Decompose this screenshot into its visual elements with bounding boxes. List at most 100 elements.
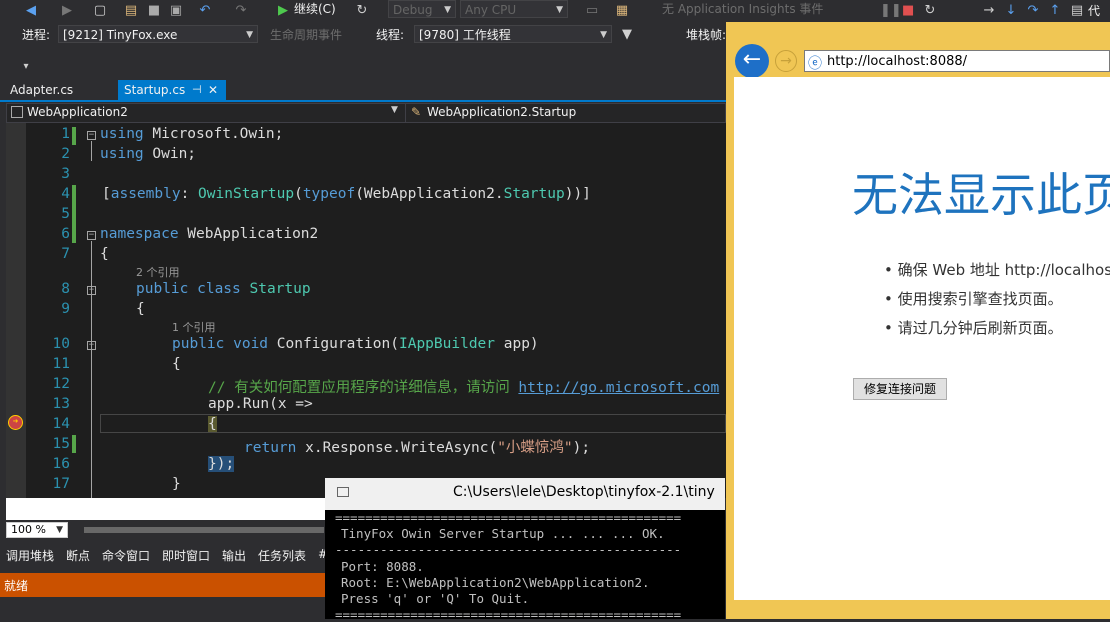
- browser-window[interactable]: ← → ⓔ http://localhost:8088/ 无法显示此页 • 确保…: [726, 22, 1110, 619]
- address-bar[interactable]: ⓔ http://localhost:8088/: [804, 50, 1110, 72]
- editor-navigation-bar: WebApplication2 ▼ ✎ WebApplication2.Star…: [6, 103, 726, 123]
- process-label: 进程:: [22, 28, 51, 42]
- zoom-select[interactable]: 100 % ▼: [6, 522, 68, 538]
- step-over-icon[interactable]: ↷: [1026, 2, 1040, 20]
- console-line: ========================================…: [335, 607, 682, 622]
- status-bar: 就绪: [0, 573, 330, 597]
- continue-button[interactable]: 继续(C): [294, 0, 336, 18]
- step-out-icon[interactable]: ↑: [1048, 2, 1062, 20]
- collapse-icon[interactable]: −: [87, 231, 96, 240]
- console-title: C:\Users\lele\Desktop\tinyfox-2.1\tiny: [453, 484, 715, 500]
- play-icon: ▶: [278, 3, 288, 18]
- fold-guide: [91, 241, 92, 498]
- forward-navigation-icon[interactable]: ▶: [58, 2, 76, 20]
- code-line: });: [208, 456, 235, 472]
- open-file-icon[interactable]: ▤: [122, 2, 140, 20]
- current-line-highlight: [100, 414, 726, 433]
- ie-page-icon: ⓔ: [808, 56, 822, 72]
- console-line: Press 'q' or 'Q' To Quit.: [341, 591, 530, 606]
- address-text[interactable]: http://localhost:8088/: [827, 54, 967, 69]
- console-title-bar[interactable]: C:\Users\lele\Desktop\tinyfox-2.1\tiny: [325, 478, 725, 510]
- tab-task-list[interactable]: 任务列表: [258, 547, 306, 564]
- close-icon[interactable]: ✕: [208, 80, 218, 100]
- project-icon: [11, 106, 23, 118]
- chevron-down-icon: ▼: [444, 5, 451, 15]
- stop-icon[interactable]: ■: [902, 2, 914, 20]
- code-line: {: [208, 416, 217, 432]
- horizontal-scrollbar[interactable]: [84, 527, 324, 533]
- chevron-down-icon[interactable]: ▼: [391, 105, 398, 115]
- fix-connection-button[interactable]: 修复连接问题: [853, 378, 947, 400]
- code-line: public class Startup: [136, 281, 311, 297]
- code-line: {: [136, 301, 145, 317]
- tab-command-window[interactable]: 命令窗口: [102, 547, 150, 564]
- tab-breakpoints[interactable]: 断点: [66, 547, 90, 564]
- editor-horizontal-area: [6, 498, 326, 520]
- collapse-icon[interactable]: −: [87, 131, 96, 140]
- step-into-icon[interactable]: ↓: [1004, 2, 1018, 20]
- chevron-down-icon: ▼: [56, 525, 63, 535]
- tab-label: Adapter.cs: [10, 83, 74, 97]
- pause-icon[interactable]: ❚❚: [880, 2, 902, 20]
- line-number: 16: [52, 456, 70, 472]
- hierarchy-icon[interactable]: ▤: [1070, 2, 1084, 20]
- code-line: {: [100, 246, 109, 262]
- type-dropdown[interactable]: WebApplication2.Startup: [427, 105, 576, 119]
- tab-adapter-cs[interactable]: Adapter.cs: [4, 80, 79, 100]
- solution-icon[interactable]: ▦: [614, 2, 630, 20]
- thread-select[interactable]: [9780] 工作线程 ▼: [414, 25, 612, 43]
- tab-startup-cs[interactable]: Startup.cs ⊣ ✕: [118, 80, 226, 100]
- line-number: 6: [61, 226, 70, 242]
- restart-debug-icon[interactable]: ↻: [922, 2, 938, 20]
- code-line: namespace WebApplication2: [100, 226, 319, 242]
- save-all-icon[interactable]: ▣: [168, 2, 184, 20]
- line-number: 11: [52, 356, 70, 372]
- codelens-references[interactable]: 2 个引用: [136, 264, 180, 280]
- line-number: 12: [52, 376, 70, 392]
- current-statement-arrow-icon[interactable]: ➜: [8, 415, 23, 430]
- new-project-icon[interactable]: ▢: [92, 2, 108, 20]
- codelens-references[interactable]: 1 个引用: [172, 319, 216, 335]
- change-marker: [72, 185, 76, 243]
- bullet-item: • 使用搜索引擎查找页面。: [884, 290, 1063, 308]
- status-text: 就绪: [4, 579, 29, 593]
- redo-icon[interactable]: ↷: [232, 2, 250, 20]
- next-statement-icon[interactable]: →: [982, 2, 996, 20]
- overflow-chevron-icon[interactable]: ▾: [20, 58, 32, 76]
- project-dropdown[interactable]: WebApplication2: [27, 105, 128, 119]
- back-navigation-icon[interactable]: ◀: [22, 2, 40, 20]
- code-line: using Microsoft.Owin;: [100, 126, 284, 142]
- error-heading: 无法显示此页: [852, 168, 1110, 222]
- line-number: 10: [52, 336, 70, 352]
- code-link[interactable]: http://go.microsoft.com: [518, 380, 719, 396]
- tab-output[interactable]: 输出: [222, 547, 246, 564]
- lifecycle-events-button[interactable]: 生命周期事件: [270, 26, 342, 44]
- divider: [405, 104, 406, 122]
- console-line: ========================================…: [335, 510, 682, 525]
- console-line: Port: 8088.: [341, 559, 424, 574]
- back-arrow-icon[interactable]: ←: [735, 44, 769, 78]
- glyph-margin[interactable]: [6, 123, 26, 498]
- attach-icon[interactable]: ▭: [584, 2, 600, 20]
- forward-arrow-icon[interactable]: →: [775, 50, 797, 72]
- tool-window-tabs: 调用堆栈 断点 命令窗口 即时窗口 输出 任务列表 #: [0, 543, 330, 567]
- tab-immediate-window[interactable]: 即时窗口: [162, 547, 210, 564]
- tab-call-stack[interactable]: 调用堆栈: [6, 547, 54, 564]
- save-icon[interactable]: ■: [146, 2, 162, 20]
- change-marker: [72, 435, 76, 453]
- console-window[interactable]: C:\Users\lele\Desktop\tinyfox-2.1\tiny =…: [325, 478, 725, 622]
- bullet-item: • 请过几分钟后刷新页面。: [884, 319, 1063, 337]
- undo-icon[interactable]: ↶: [196, 2, 214, 20]
- filter-icon[interactable]: ▼: [620, 26, 634, 44]
- line-number: 5: [61, 206, 70, 222]
- code-editor[interactable]: ➜ 1 2 3 4 5 6 7 8 9 10 11 12 13 14 15 16…: [6, 123, 726, 498]
- platform-select[interactable]: Any CPU ▼: [460, 0, 568, 18]
- restart-icon[interactable]: ↻: [354, 2, 370, 20]
- line-number: 2: [61, 146, 70, 162]
- class-icon: ✎: [411, 105, 422, 119]
- pin-icon[interactable]: ⊣: [192, 80, 202, 100]
- line-number: 14: [52, 416, 70, 432]
- insights-label[interactable]: 无 Application Insights 事件: [662, 0, 823, 18]
- configuration-select[interactable]: Debug ▼: [388, 0, 456, 18]
- process-select[interactable]: [9212] TinyFox.exe ▼: [58, 25, 258, 43]
